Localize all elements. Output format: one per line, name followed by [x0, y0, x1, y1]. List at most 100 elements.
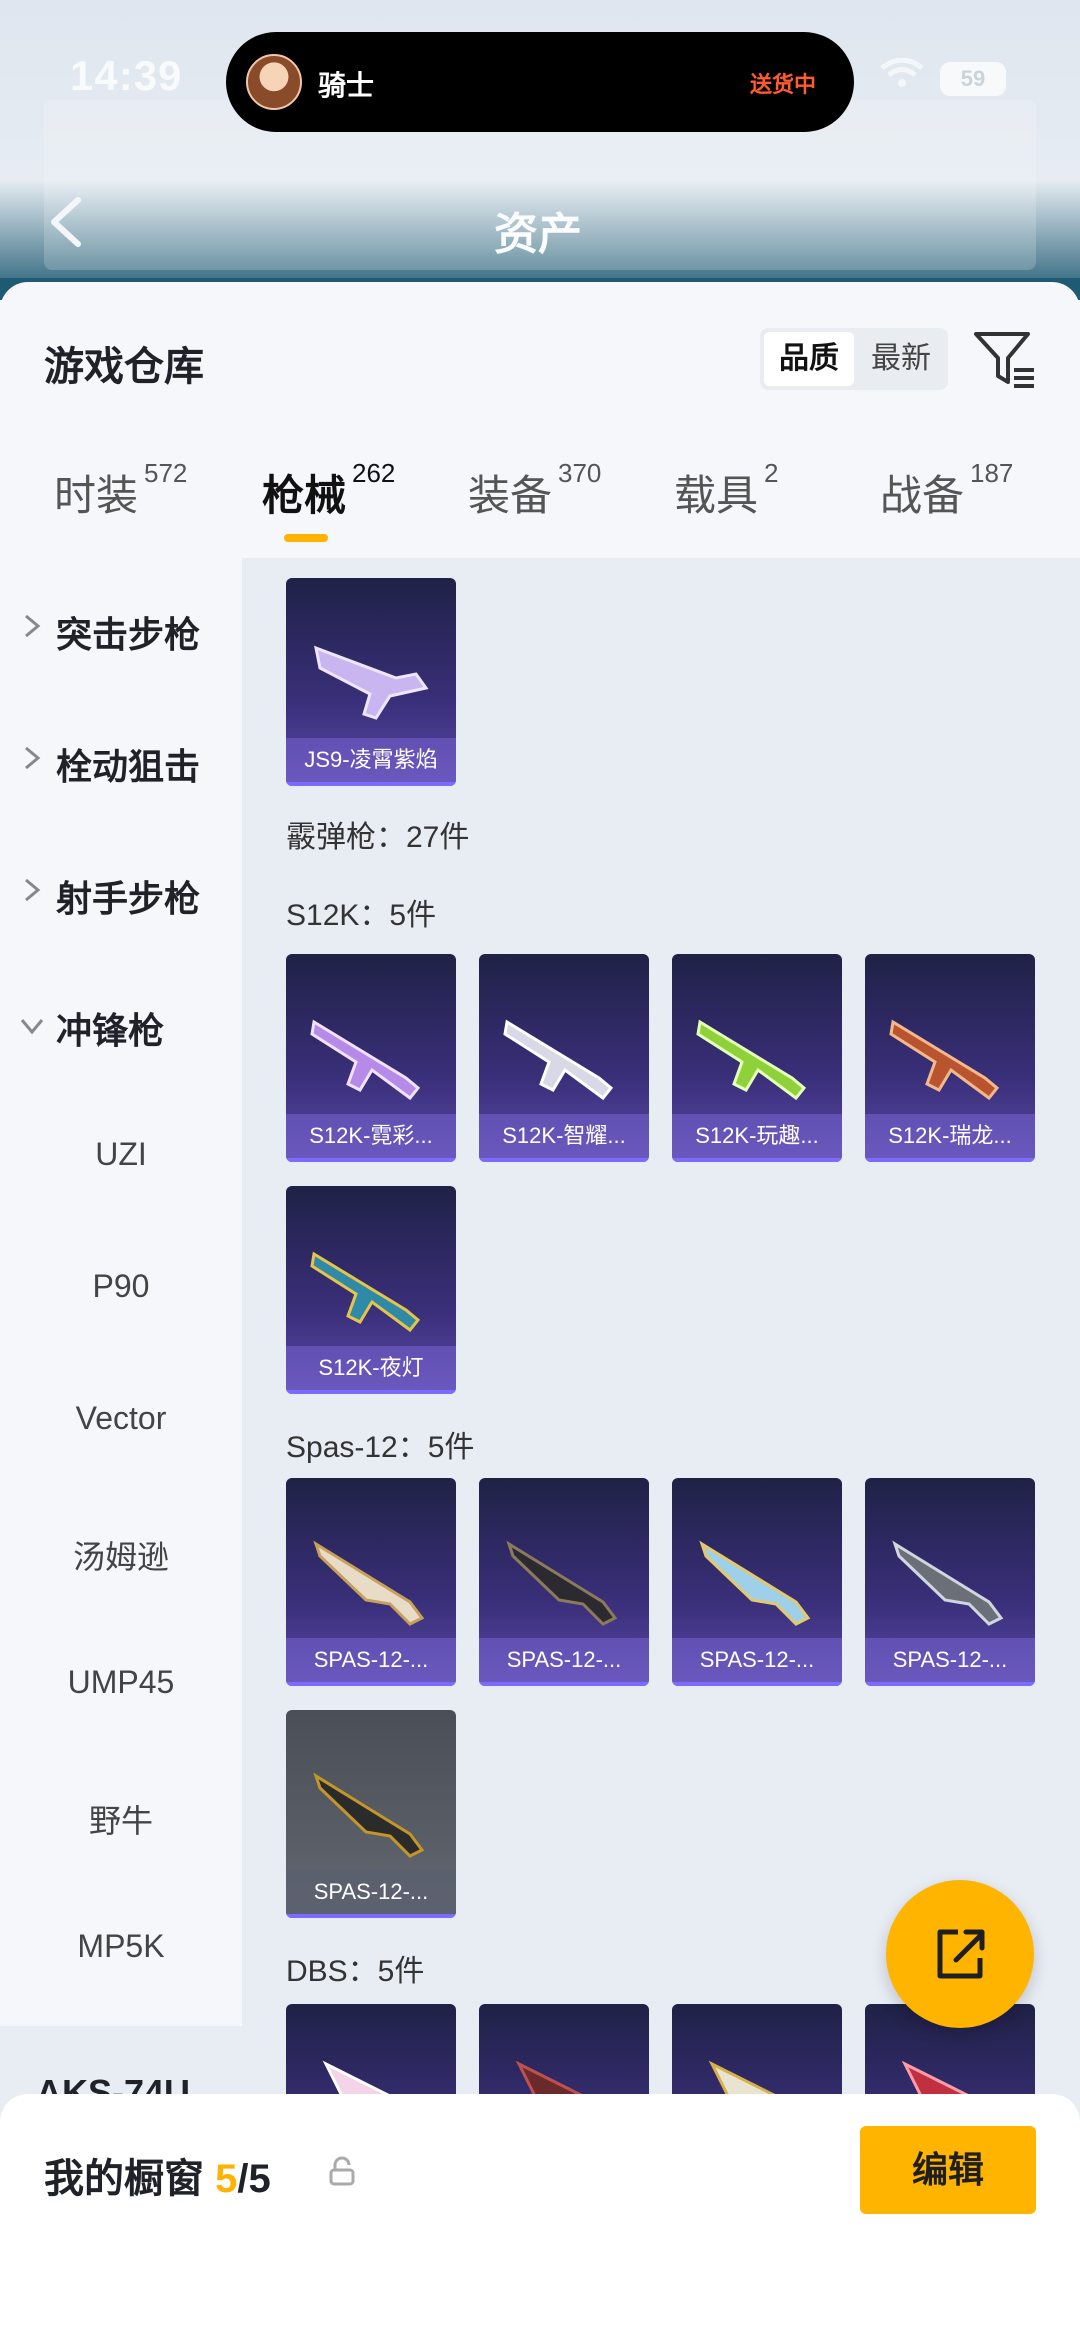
tab-label: 载具	[674, 472, 759, 519]
section-label-dbs: DBS：5件	[286, 1955, 425, 1988]
weapon-card[interactable]: S12K-霓彩...	[286, 954, 456, 1162]
weapon-name: JS9-凌霄紫焰	[286, 738, 456, 782]
warehouse-sheet: 游戏仓库 品质 最新 时装 572 枪械 262 装备 370 载具 2 战备 187 突…	[0, 282, 1080, 2341]
weapon-card[interactable]: JS9-凌霄紫焰	[286, 578, 456, 786]
weapon-image	[503, 1019, 614, 1101]
weapon-image	[313, 1772, 425, 1858]
weapon-name: SPAS-12-...	[286, 1870, 456, 1914]
island-status: 送货中	[749, 72, 816, 97]
nav-item-uzi[interactable]: UZI	[0, 1112, 242, 1202]
sort-latest-button[interactable]: 最新	[856, 332, 946, 386]
nav-marksman-rifle[interactable]: 射手步枪	[0, 848, 242, 938]
weapon-card[interactable]: SPAS-12-...	[479, 1478, 649, 1686]
nav-item-ump45[interactable]: UMP45	[0, 1640, 242, 1730]
weapon-image	[889, 1019, 1000, 1101]
chevron-right-icon	[25, 614, 41, 638]
section-label-spas12: Spas-12：5件	[286, 1431, 475, 1464]
nav-label: P90	[92, 1268, 150, 1304]
showcase-total: /5	[237, 2157, 271, 2201]
weapon-card[interactable]: S12K-智耀...	[479, 954, 649, 1162]
island-name: 骑士	[318, 70, 375, 101]
weapon-name: S12K-玩趣...	[672, 1114, 842, 1158]
category-tabs: 时装 572 枪械 262 装备 370 载具 2 战备 187	[0, 458, 1080, 558]
weapon-type-nav: 突击步枪 栓动狙击 射手步枪 冲锋枪 UZI P90 Vector 汤姆逊 UM…	[0, 558, 242, 2292]
showcase-label: 我的橱窗	[44, 2157, 204, 2201]
tab-count: 572	[144, 458, 188, 488]
tab-count: 370	[558, 458, 602, 488]
weapon-name: SPAS-12-...	[286, 1638, 456, 1682]
weapon-image	[310, 1251, 421, 1333]
tab-label: 时装	[54, 472, 139, 519]
tab-label: 战备	[880, 472, 965, 519]
status-time: 14:39	[70, 52, 183, 99]
weapon-image	[313, 645, 429, 720]
weapon-name: SPAS-12-...	[865, 1638, 1035, 1682]
tab-fashion[interactable]: 时装 572	[54, 458, 187, 558]
weapon-name: SPAS-12-...	[479, 1638, 649, 1682]
tab-label: 装备	[468, 472, 553, 519]
nav-label: UZI	[95, 1136, 147, 1172]
nav-item-bizon[interactable]: 野牛	[0, 1772, 242, 1862]
nav-item-vector[interactable]: Vector	[0, 1376, 242, 1466]
chevron-down-icon	[20, 1019, 44, 1035]
nav-label: 射手步枪	[56, 878, 201, 919]
tab-count: 187	[970, 458, 1014, 488]
weapon-card[interactable]: SPAS-12-...	[865, 1478, 1035, 1686]
weapon-image	[696, 1019, 807, 1101]
weapon-image	[506, 1540, 618, 1626]
page-title: 资产	[494, 210, 582, 259]
nav-label: 汤姆逊	[72, 1539, 169, 1575]
edit-button[interactable]: 编辑	[860, 2126, 1036, 2214]
sort-toggle: 品质 最新	[760, 328, 948, 390]
section-label-shotgun: 霰弹枪：27件	[286, 821, 470, 854]
weapon-image	[892, 1540, 1004, 1626]
weapon-card[interactable]: SPAS-12-...	[672, 1478, 842, 1686]
weapon-image	[310, 1019, 421, 1101]
tab-label: 枪械	[262, 472, 347, 519]
tab-equipment[interactable]: 装备 370	[468, 458, 601, 558]
dynamic-island[interactable]: 骑士 送货中	[226, 32, 854, 132]
nav-item-mp5k[interactable]: MP5K	[0, 1904, 242, 1994]
showcase-bar: 我的橱窗 5/5 编辑	[0, 2094, 1080, 2341]
filter-icon[interactable]	[972, 328, 1036, 392]
nav-label: Vector	[75, 1400, 167, 1436]
tab-count: 2	[764, 458, 779, 488]
weapon-card[interactable]: S12K-瑞龙...	[865, 954, 1035, 1162]
nav-item-p90[interactable]: P90	[0, 1244, 242, 1334]
lock-icon	[329, 2156, 355, 2186]
share-button[interactable]	[886, 1880, 1034, 2028]
weapon-name: S12K-智耀...	[479, 1114, 649, 1158]
nav-bolt-sniper[interactable]: 栓动狙击	[0, 716, 242, 806]
battery-indicator: 59	[940, 62, 1006, 96]
nav-item-thompson[interactable]: 汤姆逊	[0, 1508, 242, 1598]
nav-label: 冲锋枪	[56, 1010, 165, 1051]
section-label-s12k: S12K：5件	[286, 899, 437, 932]
showcase-current: 5	[215, 2157, 238, 2201]
showcase-title: 我的橱窗 5/5	[44, 2146, 271, 2204]
weapon-card[interactable]: S12K-夜灯	[286, 1186, 456, 1394]
sort-quality-button[interactable]: 品质	[764, 332, 854, 386]
tab-gear[interactable]: 战备 187	[880, 458, 1013, 558]
weapon-name: S12K-夜灯	[286, 1346, 456, 1390]
nav-label: 栓动狙击	[56, 746, 201, 787]
wifi-icon	[880, 58, 924, 87]
tab-firearms[interactable]: 枪械 262	[262, 458, 395, 558]
avatar	[246, 54, 302, 110]
weapon-grid: JS9-凌霄紫焰 霰弹枪：27件 S12K：5件 S12K-霓彩... S12K…	[242, 558, 1080, 2292]
nav-label: 野牛	[88, 1803, 153, 1839]
weapon-card[interactable]: SPAS-12-...	[286, 1710, 456, 1918]
weapon-image	[699, 1540, 811, 1626]
nav-label: UMP45	[67, 1664, 175, 1700]
nav-label: MP5K	[77, 1928, 165, 1964]
chevron-right-icon	[25, 878, 41, 902]
weapon-name: S12K-霓彩...	[286, 1114, 456, 1158]
nav-assault-rifle[interactable]: 突击步枪	[0, 584, 242, 674]
weapon-card[interactable]: S12K-玩趣...	[672, 954, 842, 1162]
weapon-name: S12K-瑞龙...	[865, 1114, 1035, 1158]
nav-smg[interactable]: 冲锋枪	[0, 980, 242, 1070]
weapon-card[interactable]: SPAS-12-...	[286, 1478, 456, 1686]
tab-vehicles[interactable]: 载具 2	[674, 458, 778, 558]
nav-label: 突击步枪	[56, 614, 201, 655]
sheet-title: 游戏仓库	[44, 345, 204, 389]
back-icon[interactable]	[46, 196, 86, 248]
